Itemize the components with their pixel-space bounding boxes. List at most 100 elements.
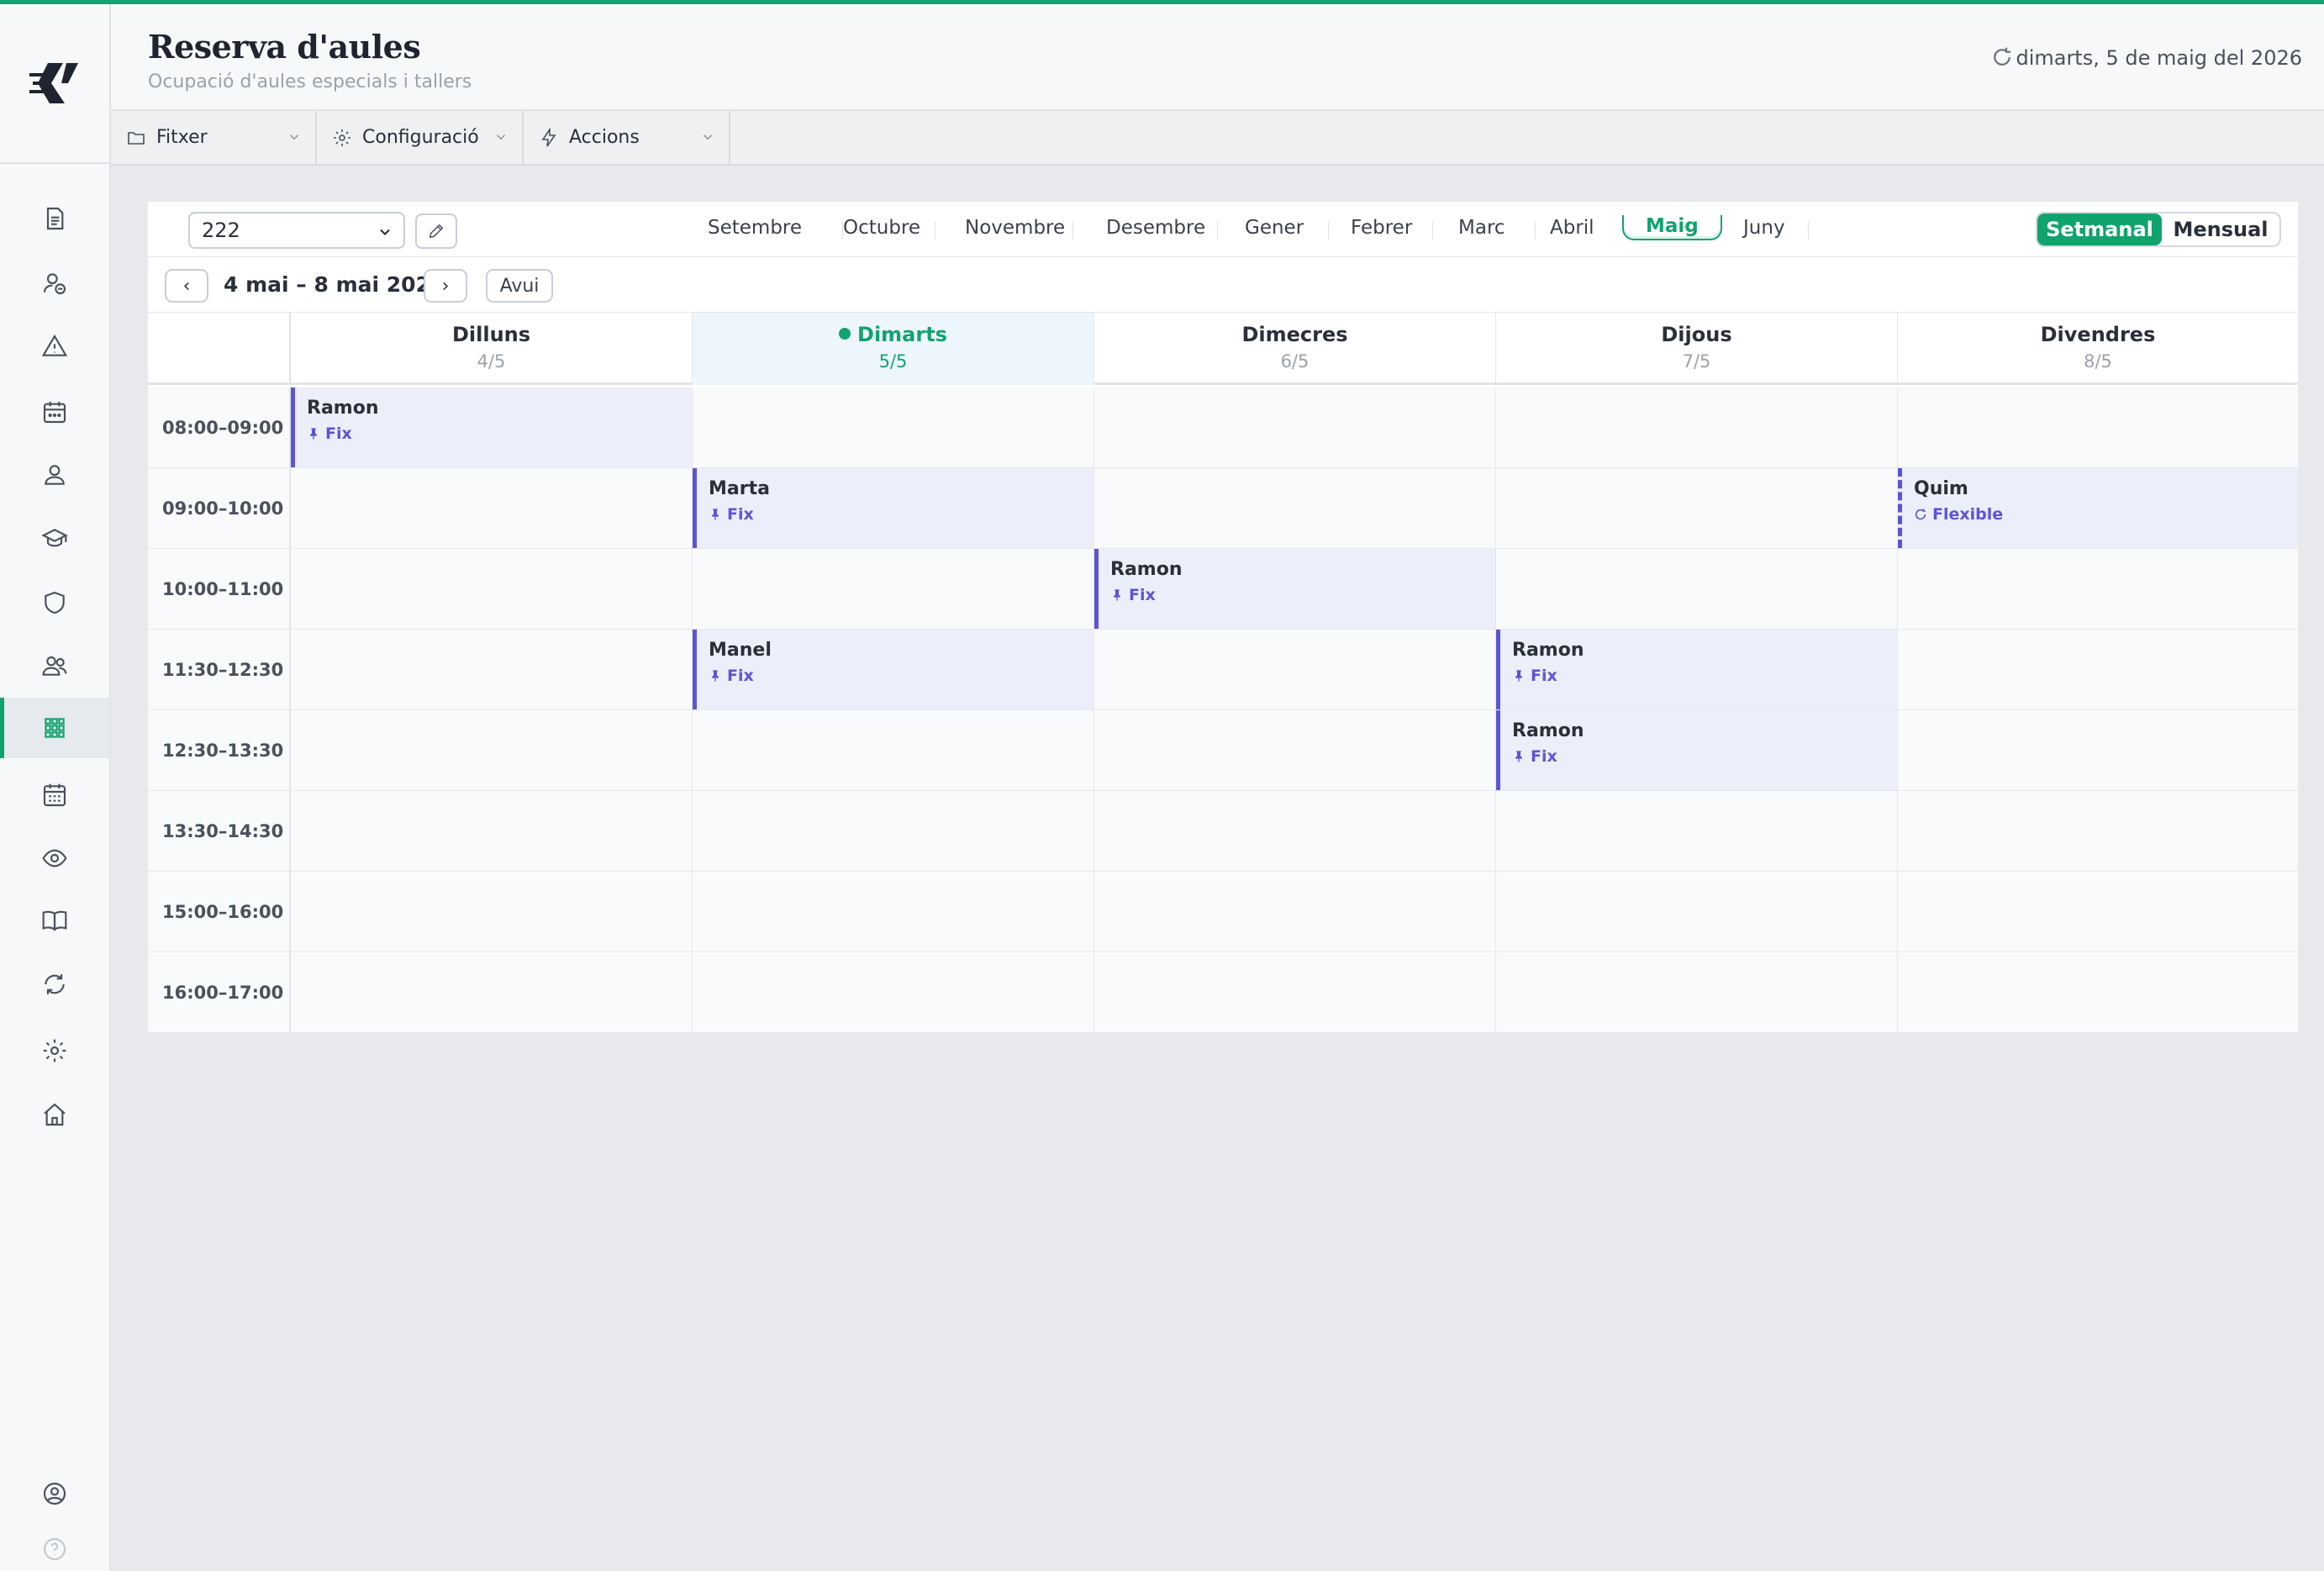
calendar-slot[interactable]: Marta Fix: [693, 468, 1094, 548]
month-tab-setembre[interactable]: Setembre: [708, 217, 802, 239]
pencil-icon: [429, 224, 444, 239]
sidebar-item-students[interactable]: [0, 509, 109, 569]
calendar-slot[interactable]: Ramon Fix: [1496, 630, 1898, 709]
room-select[interactable]: 222: [188, 212, 405, 249]
prev-week-button[interactable]: ‹: [165, 269, 208, 303]
edit-room-button[interactable]: [415, 214, 457, 249]
calendar-slot[interactable]: [1496, 549, 1898, 629]
calendar-slot[interactable]: Quim Flexible: [1898, 468, 2298, 548]
calendar-slot[interactable]: [1496, 387, 1898, 467]
booking-card[interactable]: Ramon Fix: [1496, 710, 1897, 790]
calendar-slot[interactable]: Ramon Fix: [1094, 549, 1496, 629]
calendar-slot[interactable]: [291, 952, 693, 1032]
calendar-slot[interactable]: [291, 549, 693, 629]
calendar-slot[interactable]: [693, 872, 1094, 952]
sidebar-item-manual[interactable]: [0, 890, 109, 951]
time-slot-row: 10:00–11:00 Ramon Fix: [148, 549, 2298, 630]
calendar-slot[interactable]: [1496, 791, 1898, 871]
calendar-slot[interactable]: [1094, 791, 1496, 871]
calendar-slot[interactable]: [1496, 872, 1898, 952]
weekly-view-button[interactable]: Setmanal: [2037, 214, 2162, 245]
booking-card[interactable]: Ramon Fix: [1094, 549, 1495, 629]
calendar-slot[interactable]: [693, 791, 1094, 871]
calendar-slot[interactable]: [291, 791, 693, 871]
month-tab-octubre[interactable]: Octubre: [843, 217, 920, 239]
booking-teacher: Marta: [709, 478, 770, 499]
calendar-slot[interactable]: [1496, 468, 1898, 548]
calendar-slot[interactable]: [693, 710, 1094, 790]
booking-type: Fix: [709, 667, 754, 685]
calendar-slot[interactable]: Ramon Fix: [291, 387, 693, 467]
calendar-slot[interactable]: Ramon Fix: [1496, 710, 1898, 790]
month-tab-maig[interactable]: Maig: [1622, 215, 1722, 240]
sidebar-item-room-booking[interactable]: [0, 698, 109, 758]
sidebar-item-calendar[interactable]: [0, 382, 109, 442]
booking-card[interactable]: Quim Flexible: [1898, 468, 2298, 548]
sidebar-item-settings[interactable]: [0, 1020, 109, 1081]
time-slot-row: 13:30–14:30: [148, 791, 2298, 872]
sidebar-item-documents[interactable]: [0, 188, 109, 249]
calendar-slot[interactable]: [1094, 710, 1496, 790]
eye-icon: [42, 849, 67, 867]
pin-icon: [1515, 670, 1522, 682]
month-tab-novembre[interactable]: Novembre: [965, 217, 1065, 239]
sidebar-item-home[interactable]: [0, 1084, 109, 1145]
next-week-button[interactable]: ›: [424, 269, 467, 303]
calendar-slot[interactable]: [1898, 872, 2298, 952]
today-button[interactable]: Avui: [486, 269, 553, 303]
sidebar-item-view[interactable]: [0, 828, 109, 888]
booking-card[interactable]: Marta Fix: [693, 468, 1093, 548]
calendar-slot[interactable]: [693, 952, 1094, 1032]
calendar-slot[interactable]: [1094, 387, 1496, 467]
calendar-slot[interactable]: [1898, 630, 2298, 709]
calendar-slot[interactable]: [1898, 549, 2298, 629]
sidebar-item-sync[interactable]: [0, 954, 109, 1015]
app-logo[interactable]: [0, 4, 109, 164]
pin-icon: [712, 509, 719, 520]
booking-card[interactable]: Ramon Fix: [291, 387, 692, 467]
day-name: Dimarts: [693, 323, 1093, 346]
calendar-slot[interactable]: [1898, 387, 2298, 467]
sidebar-item-incidents[interactable]: [0, 316, 109, 377]
file-menu[interactable]: Fitxer: [111, 111, 317, 164]
calendar-slot[interactable]: [693, 549, 1094, 629]
calendar-slot[interactable]: [1094, 630, 1496, 709]
sidebar-item-schedule[interactable]: [0, 765, 109, 825]
calendar-slot[interactable]: [1094, 872, 1496, 952]
calendar-slot[interactable]: [291, 872, 693, 952]
booking-card[interactable]: Ramon Fix: [1496, 630, 1897, 709]
config-menu[interactable]: Configuració: [317, 111, 524, 164]
month-tab-abril[interactable]: Abril: [1550, 217, 1594, 239]
monthly-view-button[interactable]: Mensual: [2162, 214, 2279, 245]
sidebar-item-absences[interactable]: [0, 253, 109, 314]
sidebar-item-profile[interactable]: [0, 445, 109, 505]
calendar-slot[interactable]: [1898, 791, 2298, 871]
calendar-slot[interactable]: [1496, 952, 1898, 1032]
calendar-slot[interactable]: [1094, 468, 1496, 548]
calendar-slot[interactable]: [1094, 952, 1496, 1032]
month-tab-desembre[interactable]: Desembre: [1106, 217, 1205, 239]
month-tab-febrer[interactable]: Febrer: [1351, 217, 1412, 239]
booking-card[interactable]: Manel Fix: [693, 630, 1093, 709]
booking-type: Flexible: [1914, 505, 2003, 524]
calendar-slot[interactable]: [1898, 710, 2298, 790]
day-header-row: Dilluns 4/5 Dimarts 5/5 Dimecres 6/5 Dij…: [148, 313, 2298, 385]
month-tab-marc[interactable]: Marc: [1458, 217, 1505, 239]
cycle-icon: [1915, 509, 1926, 520]
month-tab-gener[interactable]: Gener: [1245, 217, 1304, 239]
sidebar-item-help[interactable]: [0, 1519, 109, 1571]
calendar-slot[interactable]: [693, 387, 1094, 467]
refresh-icon[interactable]: [1989, 45, 2015, 70]
booking-type: Fix: [709, 505, 754, 524]
booking-teacher: Manel: [709, 640, 772, 661]
calendar-slot[interactable]: Manel Fix: [693, 630, 1094, 709]
sidebar-item-groups[interactable]: [0, 635, 109, 696]
calendar-slot[interactable]: [291, 710, 693, 790]
calendar-slot[interactable]: [291, 630, 693, 709]
sidebar-item-security[interactable]: [0, 572, 109, 633]
sidebar-item-account[interactable]: [0, 1463, 109, 1524]
month-tab-juny[interactable]: Juny: [1743, 217, 1785, 239]
calendar-slot[interactable]: [1898, 952, 2298, 1032]
actions-menu[interactable]: Accions: [524, 111, 730, 164]
calendar-slot[interactable]: [291, 468, 693, 548]
